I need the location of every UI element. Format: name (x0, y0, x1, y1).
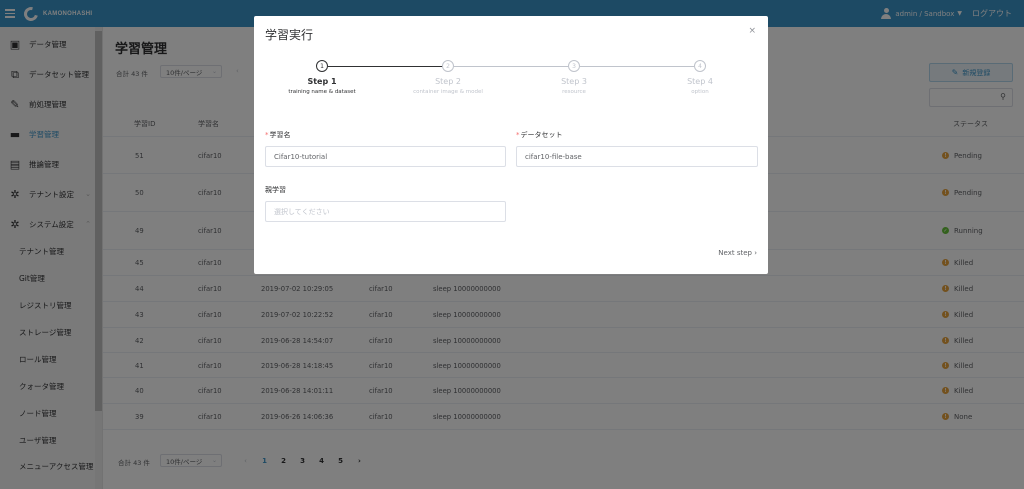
parent-training-select[interactable]: 選択してください (265, 201, 506, 222)
training-name-input[interactable]: Cifar10-tutorial (265, 146, 506, 167)
training-name-label: *学習名 (265, 130, 291, 140)
step-4: 4 Step 4 option (650, 60, 750, 95)
dataset-select[interactable]: cifar10-file-base (516, 146, 758, 167)
close-icon[interactable]: × (748, 26, 756, 36)
step-name: Step 4 (687, 77, 713, 86)
step-number: 1 (316, 60, 328, 72)
required-mark: * (516, 131, 520, 139)
step-name: Step 1 (307, 77, 337, 86)
step-1: 1 Step 1 training name & dataset (272, 60, 372, 95)
label-text: 学習名 (269, 131, 291, 139)
step-number: 2 (442, 60, 454, 72)
step-3: 3 Step 3 resource (524, 60, 624, 95)
step-description: resource (562, 89, 586, 95)
step-description: container image & model (413, 89, 483, 95)
step-name: Step 2 (435, 77, 461, 86)
label-text: データセット (520, 131, 563, 139)
parent-training-label: 親学習 (265, 186, 286, 194)
dialog-title: 学習実行 (265, 28, 314, 42)
step-number: 3 (568, 60, 580, 72)
dataset-label: *データセット (516, 130, 563, 140)
step-description: option (691, 89, 709, 95)
step-name: Step 3 (561, 77, 587, 86)
step-2: 2 Step 2 container image & model (398, 60, 498, 95)
step-description: training name & dataset (288, 89, 356, 95)
training-run-dialog: 学習実行 × 1 Step 1 training name & dataset … (254, 16, 768, 274)
step-number: 4 (694, 60, 706, 72)
required-mark: * (265, 131, 269, 139)
next-step-button[interactable]: Next step › (718, 249, 757, 257)
